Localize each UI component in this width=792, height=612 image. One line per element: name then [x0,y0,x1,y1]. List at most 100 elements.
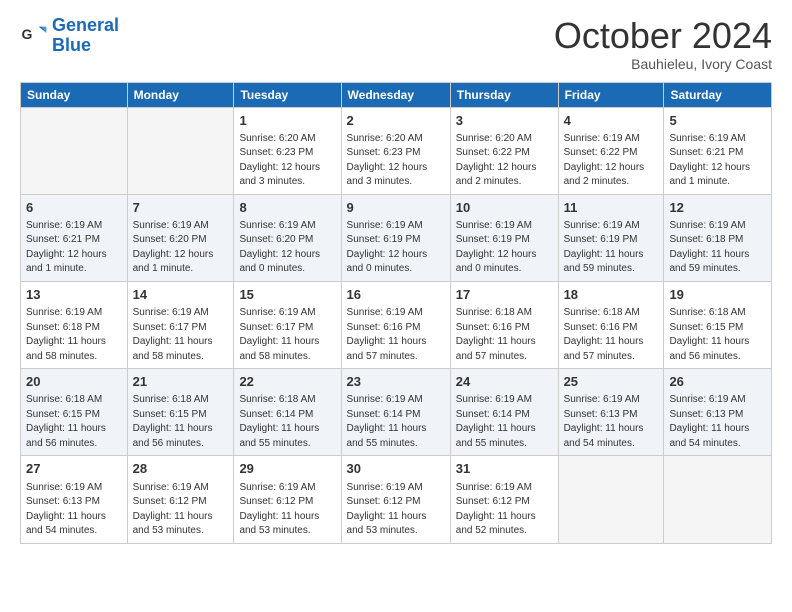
day-number: 27 [26,460,122,478]
day-number: 18 [564,286,659,304]
calendar-cell: 18 Sunrise: 6:18 AM Sunset: 6:16 PM Dayli… [558,281,664,368]
calendar-cell: 10Sunrise: 6:19 AM Sunset: 6:19 PM Dayli… [450,194,558,281]
calendar-cell: 22 Sunrise: 6:18 AM Sunset: 6:14 PM Dayli… [234,369,341,456]
calendar-cell: 30 Sunrise: 6:19 AM Sunset: 6:12 PM Dayli… [341,456,450,543]
calendar-cell: 6Sunrise: 6:19 AM Sunset: 6:21 PM Daylig… [21,194,128,281]
calendar-day-header: Thursday [450,82,558,107]
day-info: Sunrise: 6:19 AM Sunset: 6:13 PM Dayligh… [564,393,659,451]
calendar-day-header: Friday [558,82,664,107]
day-number: 30 [347,460,445,478]
day-number: 9 [347,199,445,217]
calendar-cell: 16 Sunrise: 6:19 AM Sunset: 6:16 PM Dayli… [341,281,450,368]
logo-icon: G [20,22,48,50]
day-info: Sunrise: 6:19 AM Sunset: 6:12 PM Dayligh… [239,481,335,539]
title-block: October 2024 Bauhieleu, Ivory Coast [554,16,772,72]
calendar-cell: 31 Sunrise: 6:19 AM Sunset: 6:12 PM Dayli… [450,456,558,543]
day-number: 31 [456,460,553,478]
page: G General Blue October 2024 Bauhieleu, I… [0,0,792,612]
day-info: Sunrise: 6:19 AM Sunset: 6:16 PM Dayligh… [347,306,445,364]
day-info: Sunrise: 6:19 AM Sunset: 6:20 PM Dayligh… [239,219,335,277]
day-info: Sunrise: 6:18 AM Sunset: 6:15 PM Dayligh… [133,393,229,451]
calendar-day-header: Tuesday [234,82,341,107]
day-info: Sunrise: 6:20 AM Sunset: 6:23 PM Dayligh… [239,132,335,190]
day-number: 7 [133,199,229,217]
day-info: Sunrise: 6:20 AM Sunset: 6:22 PM Dayligh… [456,132,553,190]
day-number: 16 [347,286,445,304]
day-info: Sunrise: 6:19 AM Sunset: 6:12 PM Dayligh… [456,481,553,539]
day-number: 6 [26,199,122,217]
calendar-body: 1 Sunrise: 6:20 AM Sunset: 6:23 PM Daylig… [21,107,772,543]
calendar-day-header: Sunday [21,82,128,107]
calendar-cell: 14 Sunrise: 6:19 AM Sunset: 6:17 PM Dayli… [127,281,234,368]
svg-text:G: G [22,26,33,42]
day-number: 1 [239,112,335,130]
calendar-cell: 17 Sunrise: 6:18 AM Sunset: 6:16 PM Dayli… [450,281,558,368]
day-number: 4 [564,112,659,130]
day-number: 2 [347,112,445,130]
day-number: 17 [456,286,553,304]
day-info: Sunrise: 6:19 AM Sunset: 6:12 PM Dayligh… [133,481,229,539]
calendar-cell: 7Sunrise: 6:19 AM Sunset: 6:20 PM Daylig… [127,194,234,281]
day-info: Sunrise: 6:19 AM Sunset: 6:17 PM Dayligh… [239,306,335,364]
day-number: 5 [669,112,766,130]
day-info: Sunrise: 6:18 AM Sunset: 6:15 PM Dayligh… [26,393,122,451]
day-info: Sunrise: 6:19 AM Sunset: 6:22 PM Dayligh… [564,132,659,190]
day-number: 28 [133,460,229,478]
calendar-cell: 27Sunrise: 6:19 AM Sunset: 6:13 PM Dayli… [21,456,128,543]
calendar-cell: 21 Sunrise: 6:18 AM Sunset: 6:15 PM Dayli… [127,369,234,456]
day-info: Sunrise: 6:19 AM Sunset: 6:14 PM Dayligh… [347,393,445,451]
day-number: 14 [133,286,229,304]
calendar-day-header: Saturday [664,82,772,107]
day-number: 24 [456,373,553,391]
day-number: 19 [669,286,766,304]
month-title: October 2024 [554,16,772,56]
calendar-day-header: Monday [127,82,234,107]
day-info: Sunrise: 6:18 AM Sunset: 6:14 PM Dayligh… [239,393,335,451]
day-number: 3 [456,112,553,130]
calendar-cell: 1 Sunrise: 6:20 AM Sunset: 6:23 PM Daylig… [234,107,341,194]
calendar-cell: 12 Sunrise: 6:19 AM Sunset: 6:18 PM Dayli… [664,194,772,281]
calendar-cell: 11 Sunrise: 6:19 AM Sunset: 6:19 PM Dayli… [558,194,664,281]
calendar-header-row: SundayMondayTuesdayWednesdayThursdayFrid… [21,82,772,107]
day-info: Sunrise: 6:18 AM Sunset: 6:16 PM Dayligh… [564,306,659,364]
calendar-cell [21,107,128,194]
day-info: Sunrise: 6:19 AM Sunset: 6:19 PM Dayligh… [347,219,445,277]
calendar-day-header: Wednesday [341,82,450,107]
calendar-cell: 8Sunrise: 6:19 AM Sunset: 6:20 PM Daylig… [234,194,341,281]
day-number: 11 [564,199,659,217]
day-info: Sunrise: 6:19 AM Sunset: 6:18 PM Dayligh… [669,219,766,277]
calendar-cell: 15 Sunrise: 6:19 AM Sunset: 6:17 PM Dayli… [234,281,341,368]
day-number: 26 [669,373,766,391]
header: G General Blue October 2024 Bauhieleu, I… [20,16,772,72]
calendar-cell: 26Sunrise: 6:19 AM Sunset: 6:13 PM Dayli… [664,369,772,456]
calendar-cell: 19 Sunrise: 6:18 AM Sunset: 6:15 PM Dayli… [664,281,772,368]
day-info: Sunrise: 6:19 AM Sunset: 6:19 PM Dayligh… [564,219,659,277]
calendar-cell: 5 Sunrise: 6:19 AM Sunset: 6:21 PM Daylig… [664,107,772,194]
calendar-table: SundayMondayTuesdayWednesdayThursdayFrid… [20,82,772,544]
day-info: Sunrise: 6:19 AM Sunset: 6:17 PM Dayligh… [133,306,229,364]
calendar-week-row: 1 Sunrise: 6:20 AM Sunset: 6:23 PM Daylig… [21,107,772,194]
day-number: 29 [239,460,335,478]
day-number: 12 [669,199,766,217]
day-info: Sunrise: 6:18 AM Sunset: 6:16 PM Dayligh… [456,306,553,364]
calendar-cell: 20Sunrise: 6:18 AM Sunset: 6:15 PM Dayli… [21,369,128,456]
day-number: 21 [133,373,229,391]
day-info: Sunrise: 6:19 AM Sunset: 6:21 PM Dayligh… [669,132,766,190]
day-info: Sunrise: 6:19 AM Sunset: 6:12 PM Dayligh… [347,481,445,539]
day-number: 22 [239,373,335,391]
location-subtitle: Bauhieleu, Ivory Coast [554,56,772,72]
day-number: 23 [347,373,445,391]
day-info: Sunrise: 6:19 AM Sunset: 6:18 PM Dayligh… [26,306,122,364]
calendar-cell: 29 Sunrise: 6:19 AM Sunset: 6:12 PM Dayli… [234,456,341,543]
calendar-cell: 23 Sunrise: 6:19 AM Sunset: 6:14 PM Dayli… [341,369,450,456]
day-number: 10 [456,199,553,217]
calendar-week-row: 27Sunrise: 6:19 AM Sunset: 6:13 PM Dayli… [21,456,772,543]
calendar-cell: 25Sunrise: 6:19 AM Sunset: 6:13 PM Dayli… [558,369,664,456]
calendar-cell: 24Sunrise: 6:19 AM Sunset: 6:14 PM Dayli… [450,369,558,456]
day-info: Sunrise: 6:18 AM Sunset: 6:15 PM Dayligh… [669,306,766,364]
day-info: Sunrise: 6:20 AM Sunset: 6:23 PM Dayligh… [347,132,445,190]
calendar-week-row: 6Sunrise: 6:19 AM Sunset: 6:21 PM Daylig… [21,194,772,281]
day-number: 15 [239,286,335,304]
calendar-cell [664,456,772,543]
calendar-cell: 13Sunrise: 6:19 AM Sunset: 6:18 PM Dayli… [21,281,128,368]
